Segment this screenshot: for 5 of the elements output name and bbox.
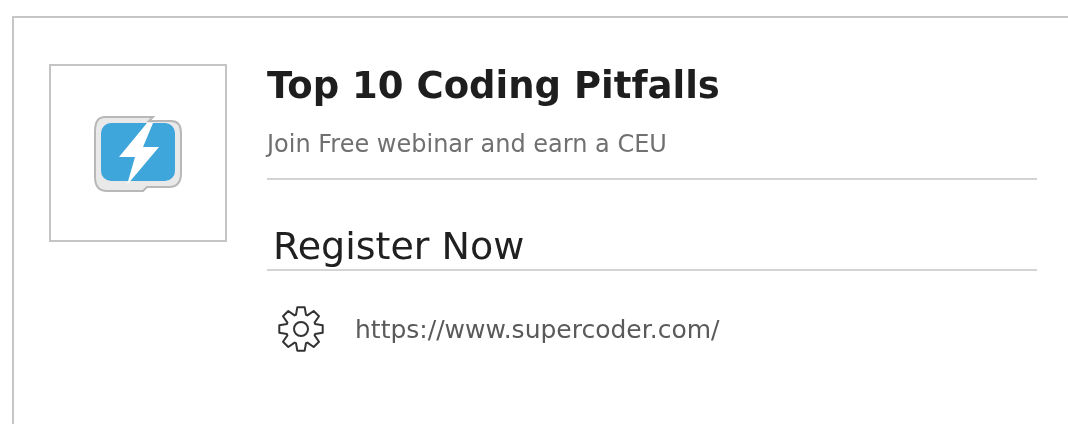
register-now-button[interactable]: Register Now <box>267 180 1037 269</box>
webinar-subtitle: Join Free webinar and earn a CEU <box>267 129 668 160</box>
webinar-title: Top 10 Coding Pitfalls <box>267 64 721 108</box>
settings-icon[interactable] <box>275 305 327 353</box>
website-link[interactable]: https://www.supercoder.com/ <box>355 314 720 344</box>
